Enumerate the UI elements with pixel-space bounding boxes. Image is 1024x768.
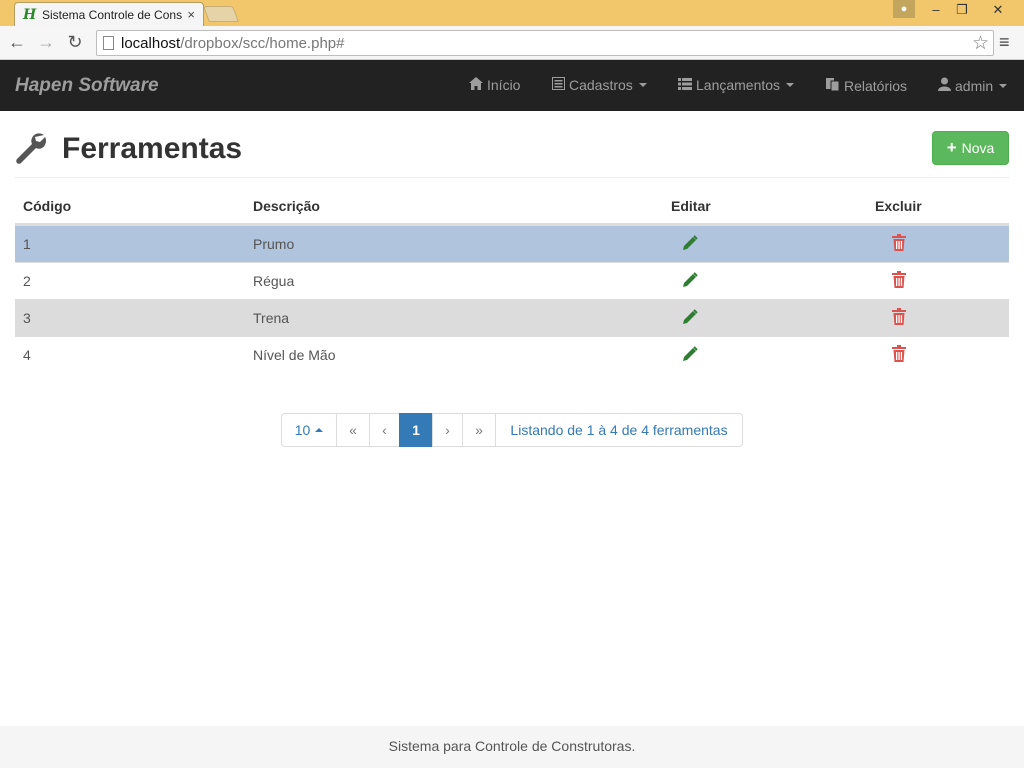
table-row[interactable]: 1 Prumo (15, 225, 1009, 262)
user-profile-icon[interactable]: ● (893, 0, 915, 18)
new-tab-button[interactable] (203, 6, 239, 22)
cell-codigo: 1 (23, 236, 31, 252)
nav-item-admin[interactable]: admin (938, 77, 1008, 94)
bookmark-star-icon[interactable]: ☆ (972, 32, 989, 55)
url-text: localhost/dropbox/scc/home.php# (121, 35, 344, 52)
table-header: Código Descrição Editar Excluir (15, 188, 1009, 225)
cell-descricao: Trena (253, 310, 290, 326)
home-icon (469, 77, 483, 93)
nav-item-lancamentos[interactable]: Lançamentos (678, 77, 795, 93)
app-navbar: Hapen Software Início Cadastros Lançamen… (0, 60, 1024, 111)
edit-pencil-icon[interactable] (682, 272, 698, 288)
th-list-icon (678, 77, 692, 93)
cell-codigo: 4 (23, 347, 31, 363)
plus-icon: + (946, 138, 957, 157)
pagination-summary: Listando de 1 à 4 de 4 ferramentas (495, 413, 743, 447)
forward-button[interactable]: → (35, 31, 57, 53)
restore-button[interactable]: ❐ (954, 0, 970, 20)
column-header-editar: Editar (671, 198, 711, 214)
browser-titlebar: H Sistema Controle de Cons × ● – ❐ ✕ (0, 0, 1024, 26)
chevron-down-icon (999, 83, 1008, 88)
minimize-button[interactable]: – (928, 0, 944, 20)
page-icon (103, 36, 114, 50)
tools-table: Código Descrição Editar Excluir 1 Prumo … (15, 188, 1009, 373)
nav-item-cadastros[interactable]: Cadastros (552, 77, 647, 93)
page-size-dropdown[interactable]: 10 (281, 413, 337, 447)
chevron-down-icon (786, 83, 795, 87)
chevron-down-icon (638, 83, 647, 87)
browser-menu-icon[interactable]: ≡ (999, 32, 1017, 52)
delete-trash-icon[interactable] (892, 345, 906, 362)
browser-tab[interactable]: H Sistema Controle de Cons × (14, 2, 204, 26)
pagination: 10 « ‹ 1 › » Listando de 1 à 4 de 4 ferr… (281, 413, 743, 447)
delete-trash-icon[interactable] (892, 308, 906, 325)
delete-trash-icon[interactable] (892, 234, 906, 251)
page-title: Ferramentas (62, 132, 243, 165)
new-button-label: Nova (961, 140, 995, 156)
edit-pencil-icon[interactable] (682, 346, 698, 362)
delete-trash-icon[interactable] (892, 271, 906, 288)
cell-codigo: 3 (23, 310, 31, 326)
nav-label: Relatórios (844, 77, 908, 94)
column-header-codigo[interactable]: Código (23, 198, 71, 214)
list-alt-icon (552, 77, 565, 93)
edit-pencil-icon[interactable] (682, 309, 698, 325)
cell-descricao: Prumo (253, 236, 295, 252)
new-tool-button[interactable]: + Nova (932, 131, 1009, 165)
edit-pencil-icon[interactable] (682, 235, 698, 251)
nav-label: admin (955, 77, 994, 94)
nav-label: Cadastros (569, 77, 633, 93)
copy-icon (826, 77, 840, 94)
tab-close-icon[interactable]: × (187, 7, 195, 22)
url-path: /dropbox/scc/home.php# (180, 35, 345, 52)
url-host: localhost (121, 35, 181, 52)
page-footer: Sistema para Controle de Construtoras. (0, 726, 1024, 768)
cell-descricao: Nível de Mão (253, 347, 336, 363)
tab-title: Sistema Controle de Cons (42, 7, 183, 22)
address-bar[interactable]: localhost/dropbox/scc/home.php# ☆ (96, 30, 994, 56)
wrench-icon (15, 132, 47, 164)
nav-item-inicio[interactable]: Início (469, 77, 520, 93)
browser-toolbar: ← → ↻ localhost/dropbox/scc/home.php# ☆ … (0, 26, 1024, 60)
table-row[interactable]: 2 Régua (15, 262, 1009, 299)
cell-descricao: Régua (253, 273, 295, 289)
current-page-button[interactable]: 1 (399, 413, 433, 447)
nav-label: Lançamentos (696, 77, 781, 93)
table-row[interactable]: 4 Nível de Mão (15, 336, 1009, 373)
last-page-button[interactable]: » (462, 413, 496, 447)
column-header-descricao[interactable]: Descrição (253, 198, 320, 214)
column-header-excluir: Excluir (875, 198, 922, 214)
nav-label: Início (487, 77, 521, 93)
table-row[interactable]: 3 Trena (15, 299, 1009, 336)
first-page-button[interactable]: « (336, 413, 370, 447)
close-window-button[interactable]: ✕ (990, 0, 1006, 20)
prev-page-button[interactable]: ‹ (369, 413, 400, 447)
cell-codigo: 2 (23, 273, 31, 289)
brand-logo[interactable]: Hapen Software (15, 75, 159, 97)
page-size-value: 10 (294, 422, 311, 438)
back-button[interactable]: ← (6, 31, 28, 53)
app-favicon-icon: H (23, 6, 37, 23)
footer-text: Sistema para Controle de Construtoras. (388, 738, 636, 754)
header-divider (15, 177, 1009, 178)
reload-button[interactable]: ↻ (64, 31, 86, 53)
user-icon (938, 77, 951, 94)
next-page-button[interactable]: › (432, 413, 463, 447)
nav-item-relatorios[interactable]: Relatórios (826, 77, 907, 94)
caret-up-icon (315, 428, 324, 432)
